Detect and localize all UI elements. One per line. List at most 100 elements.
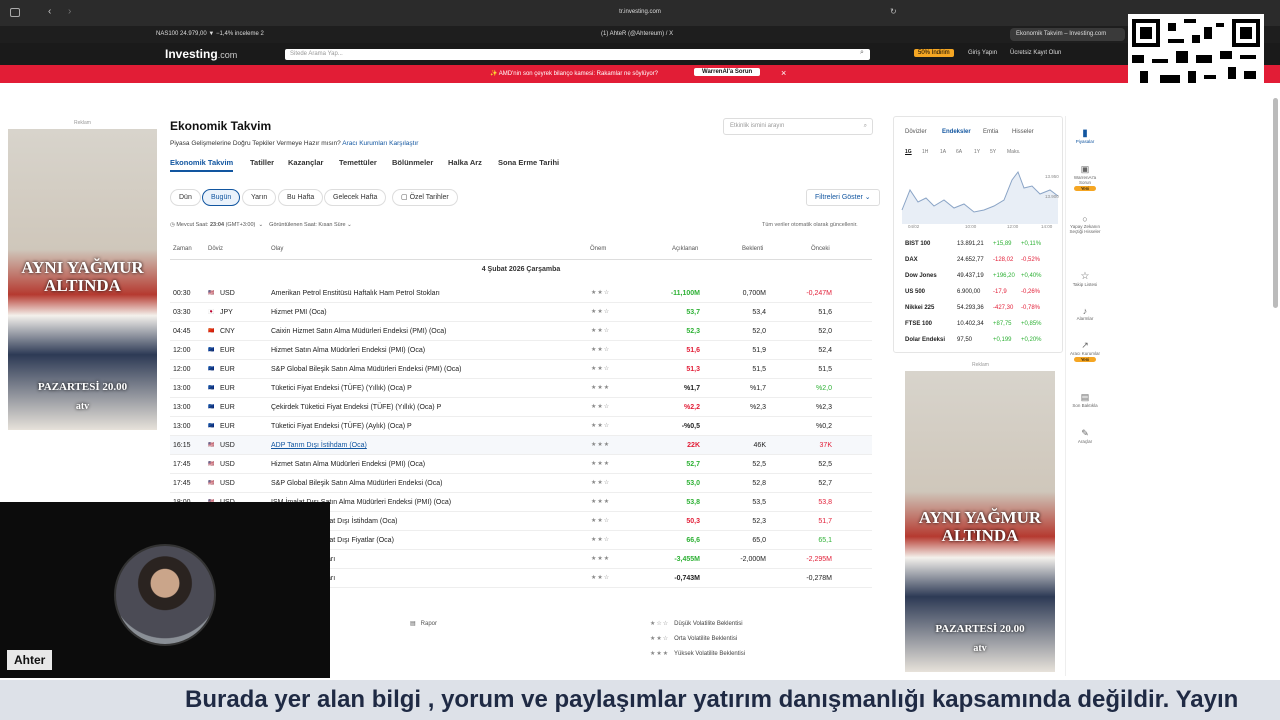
tab-dividends[interactable]: Temettüler: [339, 158, 377, 167]
market-last: 24.652,77: [957, 257, 984, 263]
sidebar-toggle-icon[interactable]: [10, 8, 20, 17]
row-event[interactable]: Caixin Hizmet Satın Alma Müdürleri Endek…: [271, 322, 446, 341]
discount-button[interactable]: 50% İndirim: [914, 49, 954, 57]
row-currency: USD: [220, 290, 235, 297]
tab-x[interactable]: (1) AhteR (@Ahtereum) / X: [595, 28, 835, 41]
row-event[interactable]: Amerikan Petrol Enstitüsü Haftalık Ham P…: [271, 284, 440, 303]
chip-yesterday[interactable]: Dün: [170, 189, 201, 206]
market-row[interactable]: Dolar Endeksi 97,50 +0,199 +0,20%: [905, 332, 1045, 348]
tab-indices[interactable]: Endeksler: [942, 129, 971, 135]
table-row[interactable]: 00:30 🇺🇸 USD Amerikan Petrol Enstitüsü Haft…: [170, 284, 872, 303]
row-actual: 66,6: [686, 537, 700, 544]
row-event[interactable]: S&P Global Bileşik Satın Alma Müdürleri …: [271, 474, 442, 493]
reload-icon[interactable]: ↻: [890, 7, 897, 16]
chip-next-week[interactable]: Gelecek Hafta: [324, 189, 387, 206]
tab-economic-calendar[interactable]: Ekonomik Takvim: [170, 158, 234, 172]
sidebar-alerts[interactable]: ♪ Alarmlar: [1068, 306, 1102, 321]
event-search-input[interactable]: Etkinlik ismini arayın ⌕: [723, 118, 873, 135]
range-5y[interactable]: 5Y: [990, 149, 996, 155]
compare-brokers-link[interactable]: Aracı Kurumları Karşılaştır: [342, 140, 418, 147]
back-icon[interactable]: ‹: [48, 6, 51, 17]
login-link[interactable]: Giriş Yapın: [968, 50, 997, 56]
promo-button[interactable]: WarrenAI'a Sorun: [694, 68, 761, 76]
sidebar-markets[interactable]: ▮ Piyasalar: [1068, 128, 1102, 144]
signup-link[interactable]: Ücretsiz Kayıt Olun: [1010, 50, 1061, 56]
row-event[interactable]: Hizmet PMI (Oca): [271, 303, 327, 322]
search-icon[interactable]: ⌕: [860, 49, 864, 57]
sidebar-ai-picks[interactable]: ○ Yapay Zekanın Seçtiği Hisseler: [1068, 214, 1102, 234]
tab-ipo[interactable]: Halka Arz: [448, 158, 482, 167]
table-row[interactable]: 16:15 🇺🇸 USD ADP Tarım Dışı İstihdam (Oca) ★…: [170, 436, 872, 455]
market-row[interactable]: Nikkei 225 54.293,36 -427,30 -0,78%: [905, 300, 1045, 316]
market-row[interactable]: FTSE 100 10.402,34 +87,75 +0,85%: [905, 316, 1045, 332]
row-forecast: 51,5: [752, 366, 766, 373]
market-row[interactable]: Dow Jones 49.437,19 +196,20 +0,40%: [905, 268, 1045, 284]
sidebar-tools[interactable]: ✎ Araçlar: [1068, 428, 1102, 444]
table-row[interactable]: 03:30 🇯🇵 JPY Hizmet PMI (Oca) ★★☆ 53,7 53,4 51,…: [170, 303, 872, 322]
tab-holidays[interactable]: Tatiller: [250, 158, 274, 167]
chip-custom-dates[interactable]: ▢ Özel Tarihler: [392, 189, 458, 206]
right-ad[interactable]: AYNI YAĞMUR ALTINDA PAZARTESİ 20.00 atv: [905, 371, 1055, 672]
left-ad[interactable]: AYNI YAĞMUR ALTINDA PAZARTESİ 20.00 atv: [8, 129, 157, 430]
row-previous: -2,295M: [806, 556, 832, 563]
close-icon[interactable]: ×: [781, 68, 786, 78]
table-row[interactable]: 12:00 🇪🇺 EUR S&P Global Bileşik Satın Alma …: [170, 360, 872, 379]
row-event[interactable]: Hizmet Satın Alma Müdürleri Endeksi (PMI…: [271, 341, 425, 360]
row-importance: ★★★: [591, 385, 611, 391]
range-1d[interactable]: 1G: [905, 149, 912, 155]
row-event[interactable]: S&P Global Bileşik Satın Alma Müdürleri …: [271, 360, 462, 379]
tab-expiry[interactable]: Sona Erme Tarihi: [498, 158, 559, 167]
table-row[interactable]: 17:45 🇺🇸 USD Hizmet Satın Alma Müdürleri En…: [170, 455, 872, 474]
sidebar-brokers[interactable]: ↗ Aracı Kurumlar Yeni: [1068, 340, 1102, 363]
tab-nas100[interactable]: NAS100 24.979,00 ▼ −1,4% inceleme 2: [150, 28, 570, 41]
sidebar-recent[interactable]: ▤ Son Baktıkla: [1068, 392, 1102, 408]
row-flag: 🇪🇺: [208, 366, 215, 372]
site-search-input[interactable]: Sitede Arama Yap...: [285, 49, 870, 60]
market-row[interactable]: DAX 24.652,77 -128,02 -0,52%: [905, 252, 1045, 268]
tab-commodities[interactable]: Emtia: [983, 129, 998, 135]
table-row[interactable]: 13:00 🇪🇺 EUR Tüketici Fiyat Endeksi (TÜFE) …: [170, 379, 872, 398]
display-time-select[interactable]: Görüntülenen Saat: Kısan Süre: [269, 222, 345, 228]
row-forecast: 65,0: [752, 537, 766, 544]
address-bar[interactable]: tr.investing.com: [600, 9, 680, 15]
row-event[interactable]: Tüketici Fiyat Endeksi (TÜFE) (Yıllık) (…: [271, 379, 412, 398]
chip-tomorrow[interactable]: Yarın: [242, 189, 277, 206]
row-importance: ★★★: [591, 556, 611, 562]
row-event[interactable]: Tüketici Fiyat Endeksi (TÜFE) (Aylık) (O…: [271, 417, 412, 436]
table-row[interactable]: 04:45 🇨🇳 CNY Caixin Hizmet Satın Alma Müdür…: [170, 322, 872, 341]
tab-stocks[interactable]: Hisseler: [1012, 129, 1034, 135]
webcam-avatar: [114, 544, 216, 646]
row-time: 12:00: [173, 366, 191, 373]
range-1w[interactable]: 1H: [922, 149, 928, 155]
tab-splits[interactable]: Bölünmeler: [392, 158, 433, 167]
tab-currencies[interactable]: Dövizler: [905, 129, 927, 135]
filter-button[interactable]: Filtreleri Göster ⌄: [806, 189, 880, 206]
range-1m[interactable]: 1A: [940, 149, 946, 155]
row-currency: EUR: [220, 366, 235, 373]
table-row[interactable]: 13:00 🇪🇺 EUR Tüketici Fiyat Endeksi (TÜFE) …: [170, 417, 872, 436]
tab-investing[interactable]: Ekonomik Takvim – Investing.com: [1010, 28, 1125, 41]
range-max[interactable]: Maks.: [1007, 149, 1020, 155]
scrollbar[interactable]: [1273, 98, 1278, 308]
forward-icon[interactable]: ›: [68, 6, 71, 17]
range-6m[interactable]: 6A: [956, 149, 962, 155]
chip-this-week[interactable]: Bu Hafta: [278, 189, 324, 206]
table-row[interactable]: 17:45 🇺🇸 USD S&P Global Bileşik Satın Alma …: [170, 474, 872, 493]
sidebar-watchlist[interactable]: ☆ Takip Listesi: [1068, 271, 1102, 287]
chip-today[interactable]: Bugün: [202, 189, 241, 206]
table-row[interactable]: 13:00 🇪🇺 EUR Çekirdek Tüketici Fiyat Endeks…: [170, 398, 872, 417]
row-event[interactable]: ADP Tarım Dışı İstihdam (Oca): [271, 436, 367, 455]
sidebar-warrenai[interactable]: ▣ WarrenAI'a Sorun Yeni: [1068, 164, 1102, 192]
market-row[interactable]: US 500 6.900,00 -17,9 -0,26%: [905, 284, 1045, 300]
row-actual: 52,3: [686, 328, 700, 335]
site-logo[interactable]: Investing.com: [165, 47, 237, 61]
row-currency: JPY: [220, 309, 233, 316]
row-time: 13:00: [173, 423, 191, 430]
tab-earnings[interactable]: Kazançlar: [288, 158, 323, 167]
row-event[interactable]: Hizmet Satın Alma Müdürleri Endeksi (PMI…: [271, 455, 425, 474]
table-row[interactable]: 12:00 🇪🇺 EUR Hizmet Satın Alma Müdürleri En…: [170, 341, 872, 360]
row-actual: %1,7: [684, 385, 700, 392]
range-1y[interactable]: 1Y: [974, 149, 980, 155]
row-event[interactable]: Çekirdek Tüketici Fiyat Endeksi (TÜFE) (…: [271, 398, 441, 417]
market-row[interactable]: BIST 100 13.891,21 +15,89 +0,11%: [905, 236, 1045, 252]
